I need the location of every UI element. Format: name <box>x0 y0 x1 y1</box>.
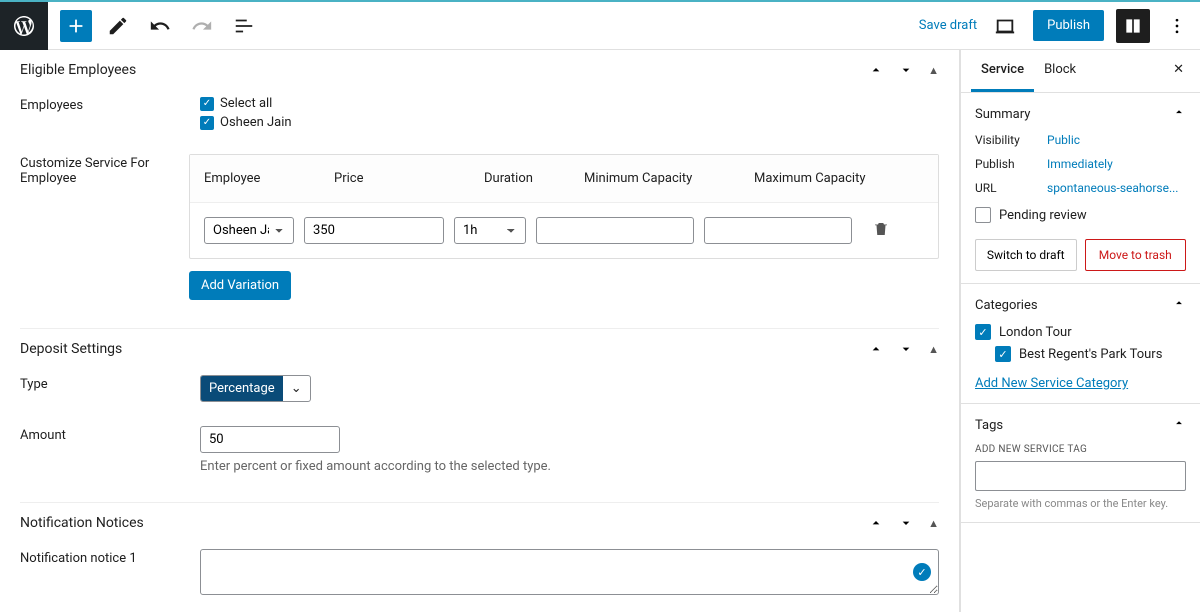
col-price: Price <box>334 171 484 186</box>
tag-add-label: ADD NEW SERVICE TAG <box>975 444 1186 455</box>
max-capacity-input[interactable] <box>704 217 852 244</box>
main-editor: Eligible Employees ▲ Employees Select al… <box>0 50 960 612</box>
select-all-checkbox[interactable] <box>200 97 214 111</box>
categories-panel: Categories ✓ London Tour ✓ Best Regent's… <box>961 284 1200 404</box>
section-title: Deposit Settings <box>20 341 122 357</box>
panel-title: Summary <box>975 107 1030 122</box>
chevron-up-icon[interactable] <box>868 341 884 357</box>
close-icon[interactable]: ✕ <box>1167 50 1190 92</box>
select-all-label: Select all <box>220 96 272 111</box>
save-draft-button[interactable]: Save draft <box>919 18 977 33</box>
eligible-employees-section: Eligible Employees ▲ <box>20 50 939 86</box>
chevron-down-icon[interactable] <box>898 341 914 357</box>
chevron-up-icon[interactable] <box>1172 416 1186 434</box>
triangle-up-icon[interactable]: ▲ <box>928 517 939 530</box>
pending-review-checkbox[interactable] <box>975 207 991 223</box>
add-category-link[interactable]: Add New Service Category <box>975 376 1128 391</box>
col-employee: Employee <box>204 171 334 186</box>
pending-review-label: Pending review <box>999 208 1087 223</box>
chevron-up-icon[interactable] <box>868 62 884 78</box>
table-row: Osheen Jain 1h <box>190 203 938 258</box>
more-options-icon[interactable] <box>1162 11 1192 41</box>
outline-icon[interactable] <box>228 10 260 42</box>
deposit-settings-section: Deposit Settings ▲ <box>20 329 939 365</box>
settings-sidebar: Service Block ✕ Summary VisibilityPublic… <box>960 50 1200 612</box>
customize-label: Customize Service For Employee <box>20 154 189 300</box>
notification-textarea[interactable] <box>200 549 939 595</box>
panel-title: Tags <box>975 418 1003 433</box>
triangle-up-icon[interactable]: ▲ <box>928 64 939 77</box>
triangle-up-icon[interactable]: ▲ <box>928 343 939 356</box>
price-input[interactable] <box>304 217 444 244</box>
category-label: Best Regent's Park Tours <box>1019 347 1162 362</box>
notification-label: Notification notice 1 <box>20 549 200 599</box>
visibility-link[interactable]: Public <box>1047 133 1080 147</box>
employee-checkbox[interactable] <box>200 116 214 130</box>
employees-label: Employees <box>20 96 200 134</box>
tag-input[interactable] <box>975 461 1186 491</box>
panel-title: Categories <box>975 298 1038 313</box>
type-select[interactable]: Percentage⌄ <box>200 375 311 402</box>
tab-block[interactable]: Block <box>1034 50 1086 92</box>
section-title: Notification Notices <box>20 515 144 531</box>
switch-to-draft-button[interactable]: Switch to draft <box>975 239 1077 271</box>
settings-panel-toggle[interactable] <box>1116 9 1150 43</box>
amount-hint: Enter percent or fixed amount according … <box>200 459 939 474</box>
employee-name: Osheen Jain <box>220 115 292 130</box>
add-block-button[interactable] <box>60 10 92 42</box>
notification-notices-section: Notification Notices ▲ <box>20 503 939 539</box>
check-badge-icon: ✓ <box>913 563 931 581</box>
redo-button[interactable] <box>186 10 218 42</box>
trash-icon[interactable] <box>872 220 890 242</box>
publish-link[interactable]: Immediately <box>1047 157 1113 171</box>
summary-panel: Summary VisibilityPublic PublishImmediat… <box>961 93 1200 284</box>
category-checkbox[interactable]: ✓ <box>995 346 1011 362</box>
col-min-cap: Minimum Capacity <box>584 171 754 186</box>
undo-button[interactable] <box>144 10 176 42</box>
amount-label: Amount <box>20 426 200 474</box>
topbar: Save draft Publish <box>0 2 1200 50</box>
amount-input[interactable] <box>200 426 340 453</box>
section-title: Eligible Employees <box>20 62 136 78</box>
wordpress-logo[interactable] <box>0 2 48 50</box>
tags-panel: Tags ADD NEW SERVICE TAG Separate with c… <box>961 404 1200 523</box>
col-max-cap: Maximum Capacity <box>754 171 924 186</box>
tab-service[interactable]: Service <box>971 50 1034 92</box>
add-variation-button[interactable]: Add Variation <box>189 271 291 300</box>
type-label: Type <box>20 375 200 406</box>
min-capacity-input[interactable] <box>536 217 694 244</box>
employee-table: Employee Price Duration Minimum Capacity… <box>189 154 939 259</box>
chevron-up-icon[interactable] <box>1172 105 1186 123</box>
preview-icon[interactable] <box>989 10 1021 42</box>
move-to-trash-button[interactable]: Move to trash <box>1085 239 1187 271</box>
url-link[interactable]: spontaneous-seahorse... <box>1047 181 1178 195</box>
employee-select[interactable]: Osheen Jain <box>204 217 294 244</box>
col-duration: Duration <box>484 171 584 186</box>
chevron-down-icon[interactable] <box>898 62 914 78</box>
chevron-down-icon[interactable] <box>898 515 914 531</box>
publish-button[interactable]: Publish <box>1033 10 1104 41</box>
chevron-up-icon[interactable] <box>1172 296 1186 314</box>
category-label: London Tour <box>999 325 1072 340</box>
edit-icon[interactable] <box>102 10 134 42</box>
category-checkbox[interactable]: ✓ <box>975 324 991 340</box>
chevron-up-icon[interactable] <box>868 515 884 531</box>
duration-select[interactable]: 1h <box>454 217 526 244</box>
tag-hint: Separate with commas or the Enter key. <box>975 497 1186 510</box>
